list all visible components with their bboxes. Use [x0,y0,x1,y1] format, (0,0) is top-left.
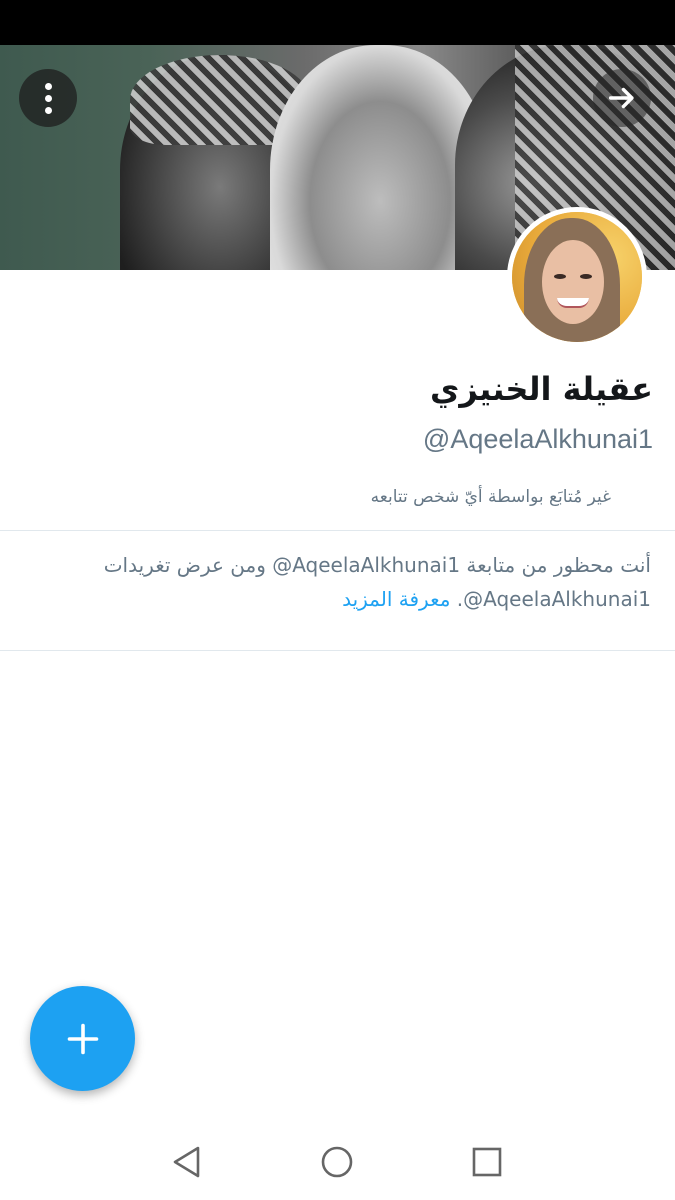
system-navigation-bar [0,1120,675,1200]
arrow-right-icon [608,87,634,109]
square-recents-icon [472,1147,502,1177]
profile-avatar[interactable] [507,207,647,347]
nav-home-button[interactable] [307,1140,367,1184]
followed-by-text: غير مُتابَع بواسطة أيّ شخص تتابعه [370,487,611,507]
plus-icon [67,1023,98,1054]
divider [0,650,675,651]
circle-home-icon [321,1146,353,1178]
nav-recents-button[interactable] [457,1140,517,1184]
blocked-notice-line2: AqeelaAlkhunai1@. [456,587,651,611]
more-vertical-icon [44,82,52,114]
forward-button[interactable] [593,69,651,127]
blocked-notice: أنت محظور من متابعة AqeelaAlkhunai1@ ومن… [28,548,651,616]
learn-more-link[interactable]: معرفة المزيد [342,587,450,611]
triangle-back-icon [173,1146,200,1178]
profile-handle: @AqeelaAlkhunai1 [422,424,653,454]
profile-display-name: عقيلة الخنيزي [430,370,653,408]
more-options-button[interactable] [19,69,77,127]
divider [0,530,675,531]
status-bar [0,0,675,45]
blocked-notice-line1: أنت محظور من متابعة AqeelaAlkhunai1@ ومن… [103,553,651,577]
compose-tweet-button[interactable] [30,986,135,1091]
nav-back-button[interactable] [157,1140,217,1184]
